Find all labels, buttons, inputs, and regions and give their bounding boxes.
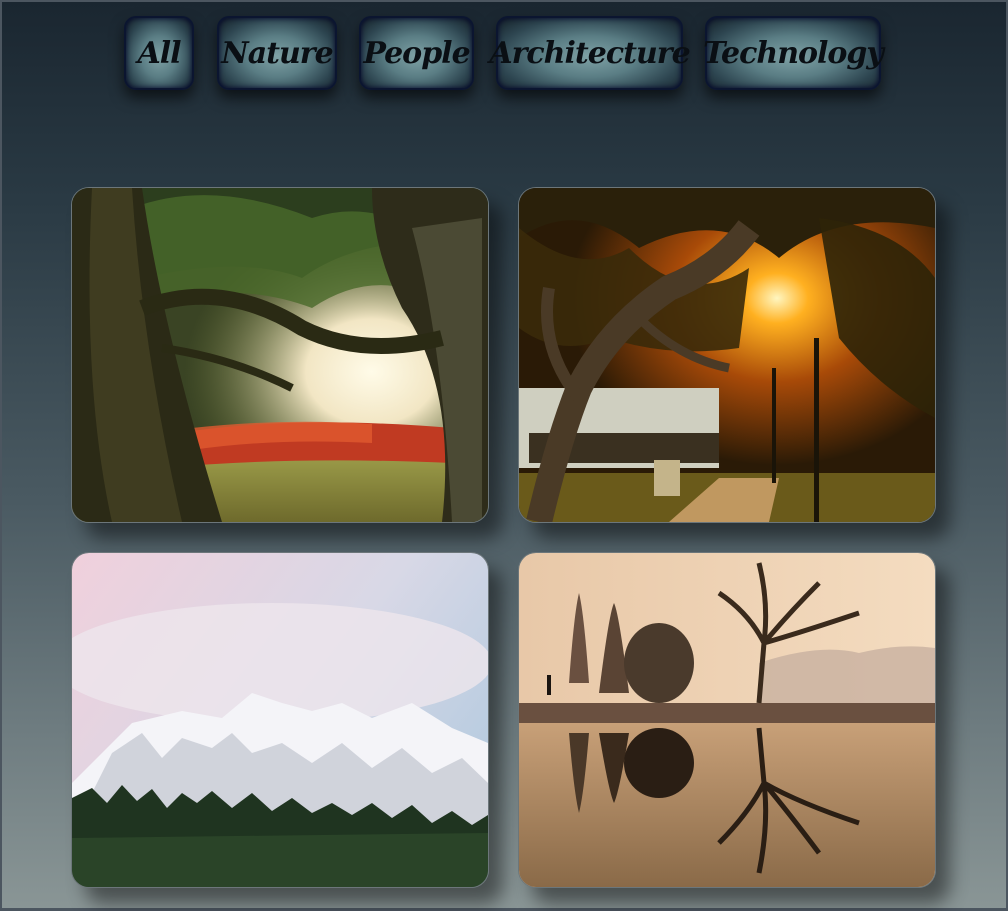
image-gallery [0,0,1008,911]
forest-trees-sunlight-photo [72,188,488,522]
snowy-mountain-forest-photo [72,553,488,887]
lake-tree-reflection-photo [519,553,935,887]
park-sunset-tree-photo [519,188,935,522]
gallery-card[interactable] [71,187,489,523]
gallery-card[interactable] [518,187,936,523]
gallery-card[interactable] [518,552,936,888]
gallery-card[interactable] [71,552,489,888]
